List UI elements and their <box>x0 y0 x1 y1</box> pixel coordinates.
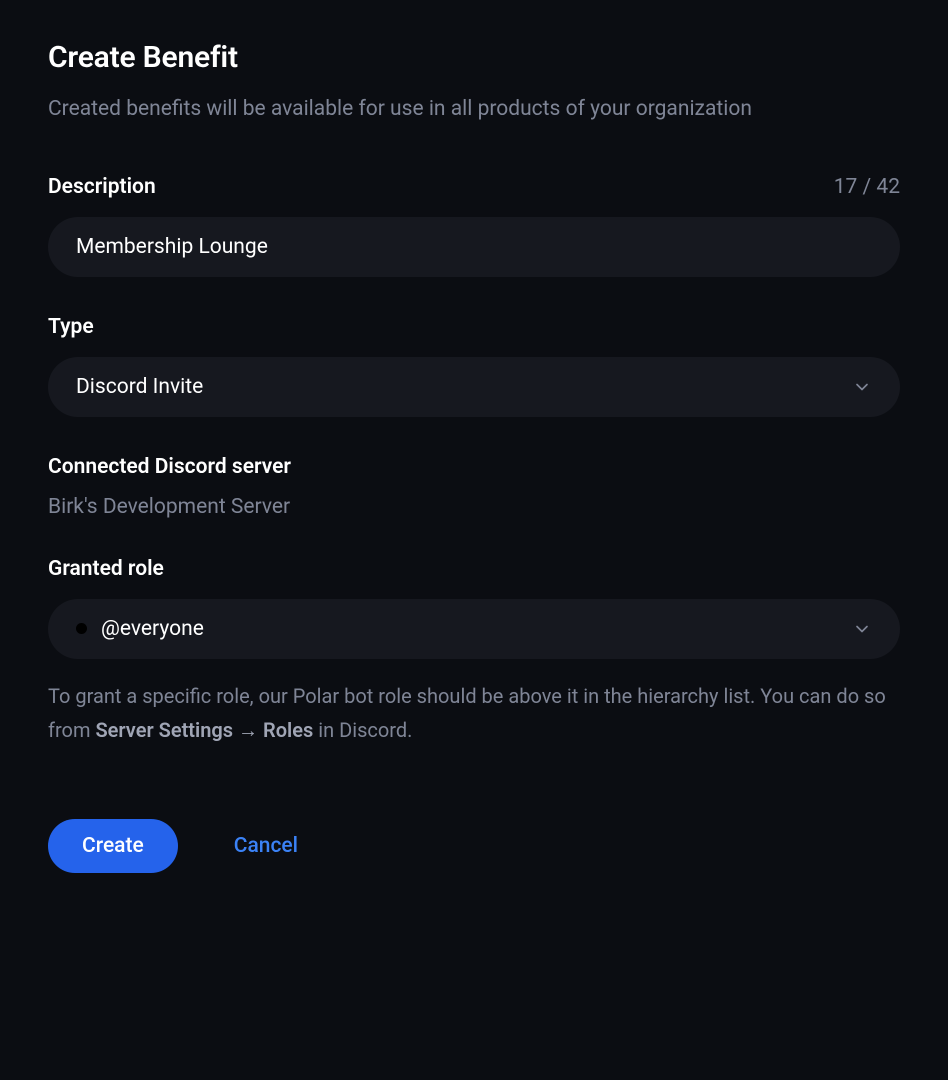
role-select[interactable]: @everyone <box>48 599 900 659</box>
button-row: Create Cancel <box>48 819 900 873</box>
type-label: Type <box>48 315 94 339</box>
role-label: Granted role <box>48 557 164 581</box>
connected-server-label: Connected Discord server <box>48 455 291 479</box>
create-button[interactable]: Create <box>48 819 178 873</box>
role-help-bold: Server Settings → Roles <box>95 718 313 742</box>
role-help-text: To grant a specific role, our Polar bot … <box>48 679 900 747</box>
role-select-value-wrapper: @everyone <box>76 617 204 641</box>
chevron-down-icon <box>852 377 872 397</box>
page-title: Create Benefit <box>48 40 900 75</box>
type-field-group: Type Discord Invite <box>48 315 900 417</box>
description-label: Description <box>48 175 156 199</box>
type-select-value: Discord Invite <box>76 375 203 399</box>
description-header: Description 17 / 42 <box>48 175 900 199</box>
role-help-suffix: in Discord. <box>313 718 412 742</box>
cancel-button[interactable]: Cancel <box>234 834 298 858</box>
connected-server-value: Birk's Development Server <box>48 495 900 519</box>
chevron-down-icon <box>852 619 872 639</box>
role-header: Granted role <box>48 557 900 581</box>
description-input[interactable] <box>48 217 900 277</box>
connected-server-group: Connected Discord server Birk's Developm… <box>48 455 900 519</box>
role-color-dot <box>76 623 87 634</box>
type-select[interactable]: Discord Invite <box>48 357 900 417</box>
role-field-group: Granted role @everyone To grant a specif… <box>48 557 900 747</box>
description-field-group: Description 17 / 42 <box>48 175 900 277</box>
type-header: Type <box>48 315 900 339</box>
role-select-value: @everyone <box>101 617 204 641</box>
description-char-count: 17 / 42 <box>834 175 900 199</box>
page-subtitle: Created benefits will be available for u… <box>48 93 900 127</box>
